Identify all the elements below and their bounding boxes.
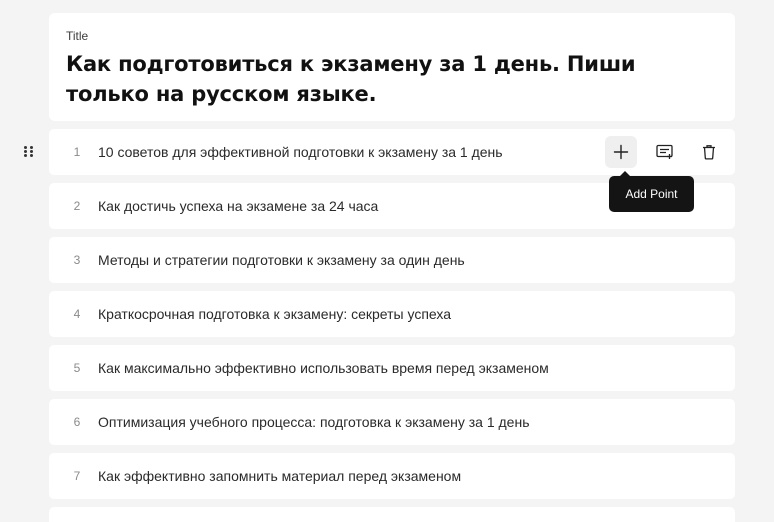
point-row-partial[interactable]: [49, 507, 735, 522]
drag-handle-icon[interactable]: [24, 146, 34, 158]
point-number: 7: [73, 469, 81, 483]
point-text[interactable]: Методы и стратегии подготовки к экзамену…: [98, 252, 465, 268]
title-card[interactable]: Title Как подготовиться к экзамену за 1 …: [49, 13, 735, 121]
outline-editor: Title Как подготовиться к экзамену за 1 …: [0, 0, 774, 522]
point-row[interactable]: 1 10 советов для эффективной подготовки …: [49, 129, 735, 175]
point-row[interactable]: 5 Как максимально эффективно использоват…: [49, 345, 735, 391]
point-row[interactable]: 6 Оптимизация учебного процесса: подгото…: [49, 399, 735, 445]
point-row[interactable]: 7 Как эффективно запомнить материал пере…: [49, 453, 735, 499]
point-text[interactable]: Как максимально эффективно использовать …: [98, 360, 549, 376]
point-text[interactable]: Краткосрочная подготовка к экзамену: сек…: [98, 306, 451, 322]
title-label: Title: [66, 29, 89, 43]
trash-icon: [703, 145, 715, 160]
add-note-button[interactable]: [649, 136, 681, 168]
point-number: 3: [73, 253, 81, 267]
point-row[interactable]: 4 Краткосрочная подготовка к экзамену: с…: [49, 291, 735, 337]
point-row[interactable]: 3 Методы и стратегии подготовки к экзаме…: [49, 237, 735, 283]
point-number: 5: [73, 361, 81, 375]
add-point-tooltip: Add Point: [609, 171, 694, 212]
point-text[interactable]: Как эффективно запомнить материал перед …: [98, 468, 461, 484]
title-text[interactable]: Как подготовиться к экзамену за 1 день. …: [66, 49, 718, 109]
plus-icon: [613, 144, 629, 160]
point-number: 2: [73, 199, 81, 213]
point-number: 6: [73, 415, 81, 429]
point-text[interactable]: Оптимизация учебного процесса: подготовк…: [98, 414, 529, 430]
point-number: 1: [73, 145, 81, 159]
row-actions: [593, 129, 725, 175]
point-number: 4: [73, 307, 81, 321]
add-point-button[interactable]: [605, 136, 637, 168]
delete-point-button[interactable]: [693, 136, 725, 168]
point-text[interactable]: Как достичь успеха на экзамене за 24 час…: [98, 198, 378, 214]
point-text[interactable]: 10 советов для эффективной подготовки к …: [98, 144, 503, 160]
note-add-icon: [656, 144, 673, 159]
